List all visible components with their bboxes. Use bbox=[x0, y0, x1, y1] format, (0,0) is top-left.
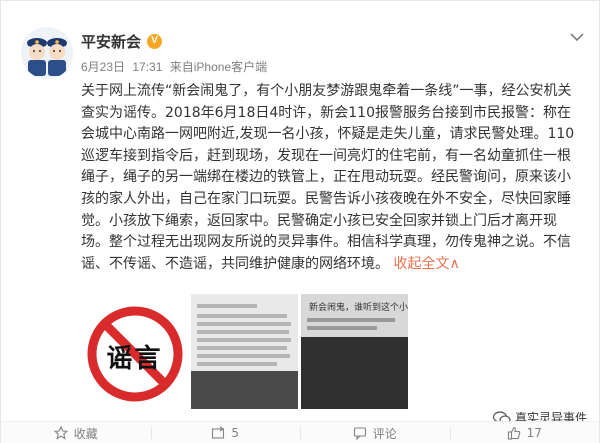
repost-count: 5 bbox=[231, 426, 240, 440]
comment-button[interactable]: 评论 bbox=[300, 422, 450, 443]
rumor-stamp-text: 谣言 bbox=[106, 344, 163, 374]
post-image-rumor[interactable]: 谣言 bbox=[81, 294, 188, 409]
comment-icon bbox=[353, 427, 366, 440]
thumbs-up-icon bbox=[507, 426, 520, 440]
action-bar: 收藏 5 评论 17 bbox=[1, 421, 599, 443]
like-button[interactable]: 17 bbox=[449, 422, 600, 443]
post-source[interactable]: iPhone客户端 bbox=[194, 60, 267, 74]
collapse-link[interactable]: 收起全文∧ bbox=[393, 256, 459, 272]
comment-label: 评论 bbox=[372, 426, 397, 441]
weibo-post-card: 平安新会 6月23日 17:31 来自iPhone客户端 关于网上流传“新会闹鬼… bbox=[0, 0, 600, 443]
author-avatar[interactable] bbox=[21, 27, 73, 79]
favorite-button[interactable]: 收藏 bbox=[1, 422, 151, 443]
post-body: 关于网上流传“新会闹鬼了，有个小朋友梦游跟鬼牵着一条线”一事，经公安机关查实为谣… bbox=[81, 81, 581, 275]
post-text: 关于网上流传“新会闹鬼了，有个小朋友梦游跟鬼牵着一条线”一事，经公安机关查实为谣… bbox=[81, 83, 575, 272]
star-icon bbox=[53, 426, 68, 440]
author-name-row: 平安新会 bbox=[81, 31, 163, 52]
post-time[interactable]: 17:31 bbox=[132, 60, 162, 74]
police-avatar-icon bbox=[21, 27, 73, 79]
verified-badge-icon[interactable] bbox=[147, 34, 163, 49]
favorite-label: 收藏 bbox=[73, 426, 98, 441]
image-caption: 新会闹鬼，谁听到这个小孩说什么 bbox=[309, 303, 408, 313]
post-date[interactable]: 6月23日 bbox=[81, 60, 125, 74]
like-count: 17 bbox=[526, 426, 542, 440]
post-image-video[interactable]: 新会闹鬼，谁听到这个小孩说什么 bbox=[301, 294, 408, 409]
repost-button[interactable]: 5 bbox=[150, 422, 301, 443]
post-meta: 6月23日 17:31 来自iPhone客户端 bbox=[81, 58, 271, 75]
post-source-prefix: 来自 bbox=[169, 60, 194, 74]
chevron-down-icon[interactable] bbox=[569, 31, 585, 43]
chevron-up-icon: ∧ bbox=[449, 255, 460, 272]
post-image-screenshot[interactable] bbox=[191, 294, 298, 409]
repost-icon bbox=[212, 426, 225, 439]
author-name[interactable]: 平安新会 bbox=[81, 31, 141, 52]
